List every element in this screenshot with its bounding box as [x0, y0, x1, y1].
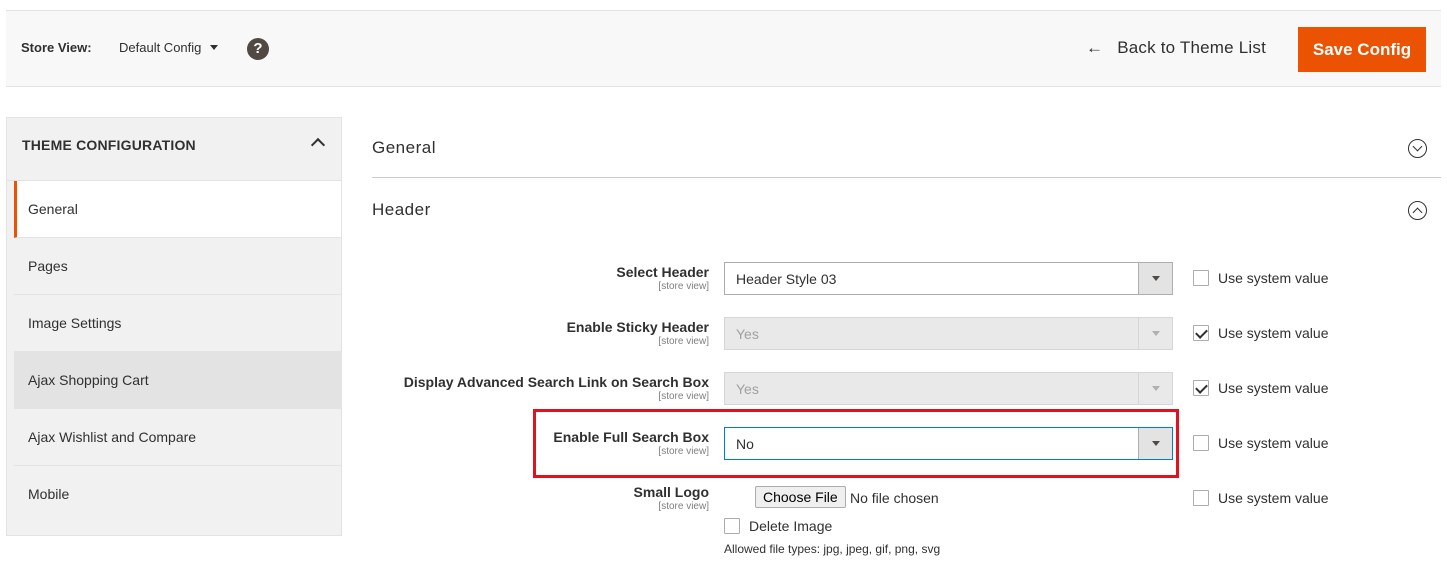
select-value: Yes — [736, 326, 759, 342]
sidebar-title: THEME CONFIGURATION — [22, 137, 196, 153]
field-label: Enable Sticky Header [store view] — [567, 319, 709, 347]
store-view-switcher[interactable]: Default Config — [119, 40, 219, 55]
select-value: Header Style 03 — [736, 271, 837, 287]
use-system-value-option[interactable]: Use system value — [1193, 490, 1328, 506]
field-label-text: Small Logo — [633, 484, 709, 500]
use-system-value-checkbox[interactable] — [1193, 435, 1209, 451]
allowed-file-types: Allowed file types: jpg, jpeg, gif, png,… — [724, 542, 941, 556]
field-row-advanced-search-link: Display Advanced Search Link on Search B… — [372, 372, 1441, 412]
field-scope: [store view] — [658, 391, 709, 402]
field-row-sticky-header: Enable Sticky Header [store view] Yes Us… — [372, 317, 1441, 357]
dropdown-arrow-icon — [1138, 318, 1172, 349]
save-config-button[interactable]: Save Config — [1298, 27, 1426, 72]
field-scope: [store view] — [658, 281, 709, 292]
field-label-text: Display Advanced Search Link on Search B… — [403, 374, 709, 390]
field-row-small-logo: Small Logo [store view] Choose File No f… — [372, 482, 1441, 558]
theme-config-sidebar: THEME CONFIGURATION General Pages Image … — [6, 117, 342, 536]
field-label: Small Logo [store view] — [634, 484, 709, 512]
use-system-value-option[interactable]: Use system value — [1193, 325, 1328, 341]
sidebar-item-label: Image Settings — [28, 315, 122, 331]
store-view-value: Default Config — [119, 40, 202, 55]
sidebar-item-ajax-wishlist-compare[interactable]: Ajax Wishlist and Compare — [14, 409, 341, 466]
delete-image-checkbox[interactable] — [724, 518, 740, 534]
store-view-bar: Store View: Default Config ? ← Back to T… — [6, 10, 1441, 87]
choose-file-button[interactable]: Choose File — [755, 486, 846, 508]
sidebar-item-label: Ajax Wishlist and Compare — [28, 429, 197, 445]
sidebar-nav: General Pages Image Settings Ajax Shoppi… — [14, 181, 341, 523]
field-scope: [store view] — [658, 446, 709, 457]
select-value: No — [736, 436, 754, 452]
use-system-value-option[interactable]: Use system value — [1193, 270, 1328, 286]
select-header-dropdown[interactable]: Header Style 03 — [724, 262, 1173, 295]
section-title-header: Header — [372, 200, 431, 219]
use-system-value-option[interactable]: Use system value — [1193, 435, 1328, 451]
sidebar-item-label: Pages — [28, 258, 68, 274]
use-system-value-checkbox[interactable] — [1193, 490, 1209, 506]
help-icon[interactable]: ? — [247, 38, 269, 60]
sidebar-item-label: Ajax Shopping Cart — [28, 372, 149, 388]
section-general-toggle[interactable]: General — [372, 118, 1441, 178]
arrow-left-icon: ← — [1086, 38, 1104, 57]
delete-image-option[interactable]: Delete Image — [724, 518, 832, 534]
dropdown-arrow-icon — [1138, 428, 1172, 459]
store-view-label: Store View: — [21, 40, 92, 55]
back-to-theme-list-button[interactable]: ← Back to Theme List — [1086, 38, 1266, 58]
use-system-value-label: Use system value — [1218, 435, 1329, 451]
use-system-value-checkbox[interactable] — [1193, 270, 1209, 286]
field-scope: [store view] — [658, 336, 709, 347]
back-label: Back to Theme List — [1117, 38, 1267, 57]
delete-image-label: Delete Image — [749, 518, 833, 534]
advanced-search-link-dropdown: Yes — [724, 372, 1173, 405]
field-label: Enable Full Search Box [store view] — [553, 429, 709, 457]
sidebar-item-mobile[interactable]: Mobile — [14, 466, 341, 523]
field-label: Select Header [store view] — [616, 264, 709, 292]
field-label-text: Enable Sticky Header — [566, 319, 709, 335]
caret-down-icon — [210, 45, 219, 50]
full-search-box-dropdown[interactable]: No — [724, 427, 1173, 460]
sidebar-item-general[interactable]: General — [14, 181, 341, 238]
chevron-up-icon — [310, 137, 326, 153]
sidebar-item-label: General — [28, 201, 78, 217]
sidebar-item-ajax-shopping-cart[interactable]: Ajax Shopping Cart — [14, 352, 341, 409]
section-title-general: General — [372, 138, 436, 157]
use-system-value-checkbox[interactable] — [1193, 325, 1209, 341]
field-scope: [store view] — [658, 501, 709, 512]
field-label-text: Enable Full Search Box — [553, 429, 709, 445]
dropdown-arrow-icon — [1138, 263, 1172, 294]
field-label-text: Select Header — [616, 264, 709, 280]
field-row-full-search-box: Enable Full Search Box [store view] No U… — [372, 427, 1441, 467]
circle-chevron-down-icon — [1408, 139, 1427, 158]
use-system-value-label: Use system value — [1218, 380, 1329, 396]
use-system-value-label: Use system value — [1218, 325, 1329, 341]
sidebar-header[interactable]: THEME CONFIGURATION — [7, 118, 341, 181]
section-header-toggle[interactable]: Header — [372, 180, 1441, 240]
field-label: Display Advanced Search Link on Search B… — [404, 374, 709, 402]
sticky-header-dropdown: Yes — [724, 317, 1173, 350]
sidebar-item-pages[interactable]: Pages — [14, 238, 341, 295]
use-system-value-label: Use system value — [1218, 270, 1329, 286]
sidebar-item-image-settings[interactable]: Image Settings — [14, 295, 341, 352]
use-system-value-option[interactable]: Use system value — [1193, 380, 1328, 396]
circle-chevron-up-icon — [1408, 201, 1427, 220]
dropdown-arrow-icon — [1138, 373, 1172, 404]
use-system-value-checkbox[interactable] — [1193, 380, 1209, 396]
sidebar-item-label: Mobile — [28, 486, 70, 502]
select-value: Yes — [736, 381, 759, 397]
field-row-select-header: Select Header [store view] Header Style … — [372, 262, 1441, 302]
use-system-value-label: Use system value — [1218, 490, 1329, 506]
no-file-chosen-text: No file chosen — [850, 490, 939, 506]
